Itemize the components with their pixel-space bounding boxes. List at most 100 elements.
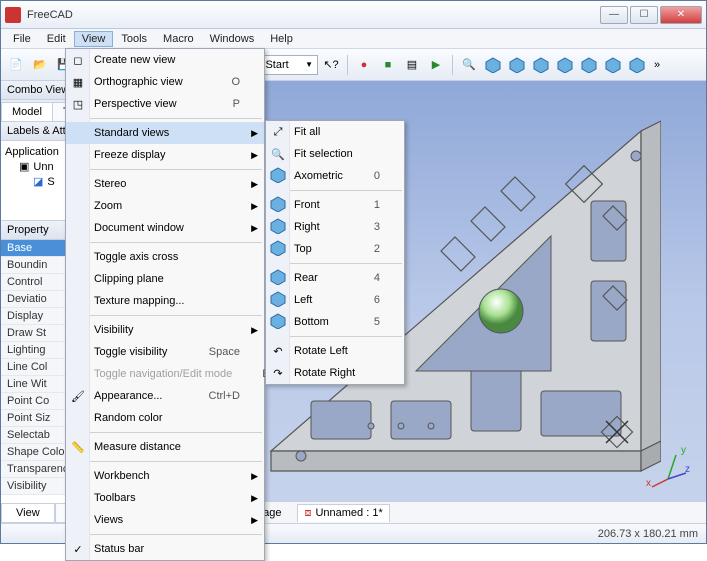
view-top-button[interactable] (554, 54, 576, 76)
menu-separator (68, 315, 262, 316)
view-menu-item[interactable]: Stereo ▶ (66, 173, 264, 195)
menu-item-label: Random color (94, 412, 162, 424)
cube-icon (270, 196, 286, 215)
menu-shortcut: Ctrl+D (179, 390, 240, 402)
menubar: File Edit View Tools Macro Windows Help (1, 29, 706, 49)
cube-icon (509, 57, 525, 73)
view-menu-item[interactable]: ▦Orthographic viewO (66, 71, 264, 93)
view-menu-item[interactable]: Toggle visibility Space (66, 341, 264, 363)
view-menu-item[interactable]: Visibility▶ (66, 319, 264, 341)
menu-separator (68, 461, 262, 462)
new-file-button[interactable]: 📄 (5, 54, 27, 76)
menu-shortcut: 2 (344, 243, 380, 255)
menu-tools[interactable]: Tools (113, 31, 155, 47)
toolbar-overflow-icon[interactable]: » (650, 59, 664, 71)
chevron-right-icon: ▶ (251, 128, 258, 139)
view-menu-item[interactable]: Toggle axis cross (66, 246, 264, 268)
view-iso-button[interactable] (482, 54, 504, 76)
menu-file[interactable]: File (5, 31, 39, 47)
menu-item-label: Stereo (94, 178, 126, 190)
view-menu-item[interactable]: ✓Status bar (66, 538, 264, 560)
stop-icon: ■ (385, 59, 392, 71)
brush-icon: 🖌 (70, 390, 86, 403)
menu-help[interactable]: Help (262, 31, 301, 47)
menu-shortcut: Space (179, 346, 240, 358)
view-menu-item[interactable]: Standard views ▶ (66, 122, 264, 144)
minimize-button[interactable]: — (600, 6, 628, 24)
stdviews-item[interactable]: Rear 4 (266, 267, 404, 289)
maximize-button[interactable]: ☐ (630, 6, 658, 24)
view-menu-item[interactable]: 🖌Appearance...Ctrl+D (66, 385, 264, 407)
cube-icon (485, 57, 501, 73)
menu-item-label: Front (294, 199, 320, 211)
chevron-right-icon: ▶ (251, 223, 258, 234)
stdviews-item[interactable]: ↷Rotate Right (266, 362, 404, 384)
stdviews-item[interactable]: Top2 (266, 238, 404, 260)
view-front-button[interactable] (506, 54, 528, 76)
menu-item-label: Fit selection (294, 148, 353, 160)
view-menu-item[interactable]: Workbench▶ (66, 465, 264, 487)
chevron-right-icon: ▶ (251, 179, 258, 190)
stdviews-item[interactable]: Axometric0 (266, 165, 404, 187)
menu-item-label: Rotate Left (294, 345, 348, 357)
menu-shortcut: P (203, 98, 240, 110)
stdviews-item[interactable]: Bottom 5 (266, 311, 404, 333)
view-menu-item[interactable]: ◻Create new view (66, 49, 264, 71)
cube-icon (270, 218, 286, 237)
view-menu-item[interactable]: Views▶ (66, 509, 264, 531)
stdviews-item[interactable]: Left6 (266, 289, 404, 311)
menu-shortcut: 4 (344, 272, 380, 284)
cube-icon (270, 269, 286, 288)
view-bottom-button[interactable] (626, 54, 648, 76)
menu-item-label: Measure distance (94, 441, 181, 453)
persp-icon: ◳ (70, 98, 86, 111)
cube-icon (533, 57, 549, 73)
stdviews-item[interactable]: ↶Rotate Left (266, 340, 404, 362)
stop-macro-button[interactable]: ■ (377, 54, 399, 76)
menu-view[interactable]: View (74, 31, 114, 47)
view-menu-item[interactable]: ◳Perspective viewP (66, 93, 264, 115)
view-right-button[interactable] (530, 54, 552, 76)
view-rear-button[interactable] (578, 54, 600, 76)
view-menu-item[interactable]: Clipping plane (66, 268, 264, 290)
menu-item-label: Right (294, 221, 320, 233)
fit-all-button[interactable]: 🔍 (458, 54, 480, 76)
menu-item-label: Toggle visibility (94, 346, 167, 358)
menu-item-label: Rear (294, 272, 318, 284)
close-button[interactable]: ✕ (660, 6, 702, 24)
workbench-label: Start (265, 59, 288, 71)
run-macro-button[interactable]: ▶ (425, 54, 447, 76)
cube-icon (557, 57, 573, 73)
view-menu-item: Toggle navigation/Edit modeEsc (66, 363, 264, 385)
menu-separator (68, 432, 262, 433)
menu-item-label: Bottom (294, 316, 329, 328)
doc-tab-unnamed[interactable]: ⧈ Unnamed : 1* (297, 504, 389, 522)
menu-edit[interactable]: Edit (39, 31, 74, 47)
menu-macro[interactable]: Macro (155, 31, 202, 47)
menu-shortcut: 5 (344, 316, 380, 328)
stdviews-item[interactable]: Right3 (266, 216, 404, 238)
view-menu-item[interactable]: Zoom▶ (66, 195, 264, 217)
menu-item-label: Axometric (294, 170, 343, 182)
whatsthis-button[interactable]: ↖? (320, 54, 342, 76)
view-menu-item[interactable]: Document window▶ (66, 217, 264, 239)
stdviews-item[interactable]: ⤢Fit all (266, 121, 404, 143)
stdviews-item[interactable]: 🔍Fit selection (266, 143, 404, 165)
view-menu-item[interactable]: Random color (66, 407, 264, 429)
fit-all-icon: 🔍 (462, 58, 476, 71)
view-menu-item[interactable]: Freeze display▶ (66, 144, 264, 166)
open-file-button[interactable]: 📂 (29, 54, 51, 76)
stdviews-item[interactable]: Front1 (266, 194, 404, 216)
menu-windows[interactable]: Windows (202, 31, 263, 47)
view-menu-item[interactable]: Texture mapping... (66, 290, 264, 312)
view-menu-item[interactable]: Toolbars▶ (66, 487, 264, 509)
menu-item-label: Standard views (94, 127, 169, 139)
property-tab-view[interactable]: View (1, 504, 55, 523)
tab-model[interactable]: Model (1, 102, 53, 121)
menu-item-label: Zoom (94, 200, 122, 212)
menu-item-label: Fit all (294, 126, 320, 138)
view-left-button[interactable] (602, 54, 624, 76)
view-menu-item[interactable]: 📏Measure distance (66, 436, 264, 458)
record-macro-button[interactable]: ● (353, 54, 375, 76)
macros-button[interactable]: ▤ (401, 54, 423, 76)
